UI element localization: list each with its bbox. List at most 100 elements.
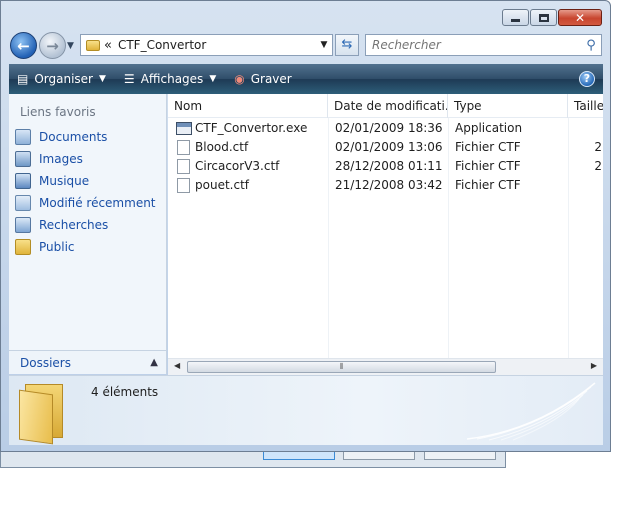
navigation-pane: Liens favoris Documents Images Musique M… bbox=[9, 94, 167, 374]
burn-button[interactable]: ◉ Graver bbox=[226, 64, 302, 94]
organize-menu[interactable]: ▤ Organiser ▼ bbox=[9, 64, 116, 94]
sidebar-item-images[interactable]: Images bbox=[15, 148, 156, 170]
item-count: 4 éléments bbox=[91, 385, 159, 399]
file-date: 21/12/2008 03:42 bbox=[335, 178, 443, 192]
file-type: Fichier CTF bbox=[455, 140, 521, 154]
file-icon bbox=[177, 178, 190, 193]
breadcrumb-current-folder[interactable]: CTF_Convertor bbox=[118, 38, 316, 52]
minimize-button[interactable] bbox=[502, 9, 529, 26]
large-folder-icon bbox=[17, 382, 73, 445]
file-row[interactable]: CircacorV3.ctf 28/12/2008 01:11 Fichier … bbox=[168, 157, 603, 176]
address-dropdown-icon[interactable]: ▼ bbox=[316, 40, 332, 50]
organize-icon: ▤ bbox=[17, 72, 29, 86]
breadcrumb-overflow[interactable]: « bbox=[104, 38, 112, 53]
searches-icon bbox=[15, 217, 31, 233]
file-name: pouet.ctf bbox=[195, 178, 249, 192]
file-icon bbox=[177, 140, 190, 155]
file-row[interactable]: pouet.ctf 21/12/2008 03:42 Fichier CTF bbox=[168, 176, 603, 195]
views-icon: ☰ bbox=[123, 72, 135, 86]
minimize-icon bbox=[511, 19, 520, 22]
scrollbar-thumb[interactable]: ⦀ bbox=[187, 361, 496, 373]
command-bar: ▤ Organiser ▼ ☰ Affichages ▼ ◉ Graver ? bbox=[9, 64, 603, 94]
sidebar-item-label: Recherches bbox=[39, 218, 109, 232]
sidebar-item-label: Documents bbox=[39, 130, 108, 144]
horizontal-scrollbar[interactable]: ◀ ⦀ ▶ bbox=[168, 358, 603, 375]
file-date: 28/12/2008 01:11 bbox=[335, 159, 443, 173]
scroll-left-icon[interactable]: ◀ bbox=[174, 361, 180, 370]
folders-label: Dossiers bbox=[20, 355, 71, 370]
file-date: 02/01/2009 18:36 bbox=[335, 121, 443, 135]
arrow-right-icon: → bbox=[46, 36, 59, 55]
music-icon bbox=[15, 173, 31, 189]
refresh-icon: ⇆ bbox=[341, 37, 353, 52]
search-box[interactable]: ⚲ bbox=[365, 34, 602, 56]
views-menu[interactable]: ☰ Affichages ▼ bbox=[116, 64, 226, 94]
search-icon[interactable]: ⚲ bbox=[581, 38, 601, 53]
chevron-up-icon: ▲ bbox=[150, 357, 158, 368]
address-bar[interactable]: « CTF_Convertor ▼ bbox=[80, 34, 333, 56]
explorer-window: ✕ ← → ▼ « CTF_Convertor ▼ ⇆ ⚲ ▤ Organise… bbox=[0, 0, 611, 452]
history-dropdown-button[interactable]: ▼ bbox=[67, 41, 74, 51]
file-name: CircacorV3.ctf bbox=[195, 159, 280, 173]
help-button[interactable]: ? bbox=[579, 71, 595, 87]
search-input[interactable] bbox=[372, 38, 581, 52]
recent-icon bbox=[15, 195, 31, 211]
application-icon bbox=[176, 122, 192, 135]
column-header-type[interactable]: Type bbox=[448, 94, 568, 118]
chevron-down-icon: ▼ bbox=[67, 41, 74, 51]
file-type: Application bbox=[455, 121, 523, 135]
pictures-icon bbox=[15, 151, 31, 167]
folders-toggle[interactable]: Dossiers ▲ bbox=[9, 350, 166, 374]
scroll-right-icon[interactable]: ▶ bbox=[591, 361, 597, 370]
file-date: 02/01/2009 13:06 bbox=[335, 140, 443, 154]
back-button[interactable]: ← bbox=[10, 32, 37, 59]
column-header-size[interactable]: Taille bbox=[568, 94, 603, 118]
file-size: 2 bbox=[594, 140, 602, 154]
sidebar-item-label: Musique bbox=[39, 174, 90, 188]
views-label: Affichages bbox=[140, 72, 204, 86]
burn-label: Graver bbox=[250, 72, 292, 86]
file-name: CTF_Convertor.exe bbox=[195, 121, 308, 135]
sidebar-item-label: Modifié récemment bbox=[39, 196, 156, 210]
documents-icon bbox=[15, 129, 31, 145]
sidebar-item-music[interactable]: Musique bbox=[15, 170, 156, 192]
close-icon: ✕ bbox=[574, 10, 586, 25]
chevron-down-icon: ▼ bbox=[209, 74, 217, 84]
refresh-button[interactable]: ⇆ bbox=[335, 34, 359, 56]
caption-buttons: ✕ bbox=[502, 9, 602, 26]
file-type: Fichier CTF bbox=[455, 178, 521, 192]
file-list: Nom Date de modificati... Type Taille CT… bbox=[168, 94, 603, 358]
file-row[interactable]: CTF_Convertor.exe 02/01/2009 18:36 Appli… bbox=[168, 119, 603, 138]
background-window-button bbox=[343, 452, 415, 460]
background-window-button bbox=[263, 452, 335, 460]
column-header-name[interactable]: Nom bbox=[168, 94, 328, 118]
organize-label: Organiser bbox=[34, 72, 93, 86]
favorites-header: Liens favoris bbox=[20, 105, 96, 119]
maximize-button[interactable] bbox=[530, 9, 557, 26]
decorative-swoosh bbox=[467, 382, 596, 441]
arrow-left-icon: ← bbox=[17, 36, 30, 55]
file-icon bbox=[177, 159, 190, 174]
burn-disc-icon: ◉ bbox=[234, 72, 245, 86]
sidebar-item-searches[interactable]: Recherches bbox=[15, 214, 156, 236]
sidebar-item-label: Images bbox=[39, 152, 83, 166]
file-row[interactable]: Blood.ctf 02/01/2009 13:06 Fichier CTF 2 bbox=[168, 138, 603, 157]
sidebar-item-public[interactable]: Public bbox=[15, 236, 156, 258]
column-header-date[interactable]: Date de modificati... bbox=[328, 94, 448, 118]
help-icon: ? bbox=[583, 72, 591, 85]
file-size: 2 bbox=[594, 159, 602, 173]
favorites-list: Documents Images Musique Modifié récemme… bbox=[15, 126, 156, 258]
chevron-down-icon: ▼ bbox=[99, 74, 106, 84]
forward-button[interactable]: → bbox=[39, 32, 66, 59]
close-button[interactable]: ✕ bbox=[558, 9, 602, 26]
column-headers: Nom Date de modificati... Type Taille bbox=[168, 94, 603, 118]
folder-icon bbox=[86, 39, 100, 51]
details-pane: 4 éléments bbox=[9, 375, 603, 445]
file-type: Fichier CTF bbox=[455, 159, 521, 173]
maximize-icon bbox=[538, 13, 549, 22]
sidebar-item-label: Public bbox=[39, 240, 75, 254]
background-window-button bbox=[424, 452, 496, 460]
sidebar-item-documents[interactable]: Documents bbox=[15, 126, 156, 148]
file-name: Blood.ctf bbox=[195, 140, 249, 154]
sidebar-item-recent[interactable]: Modifié récemment bbox=[15, 192, 156, 214]
